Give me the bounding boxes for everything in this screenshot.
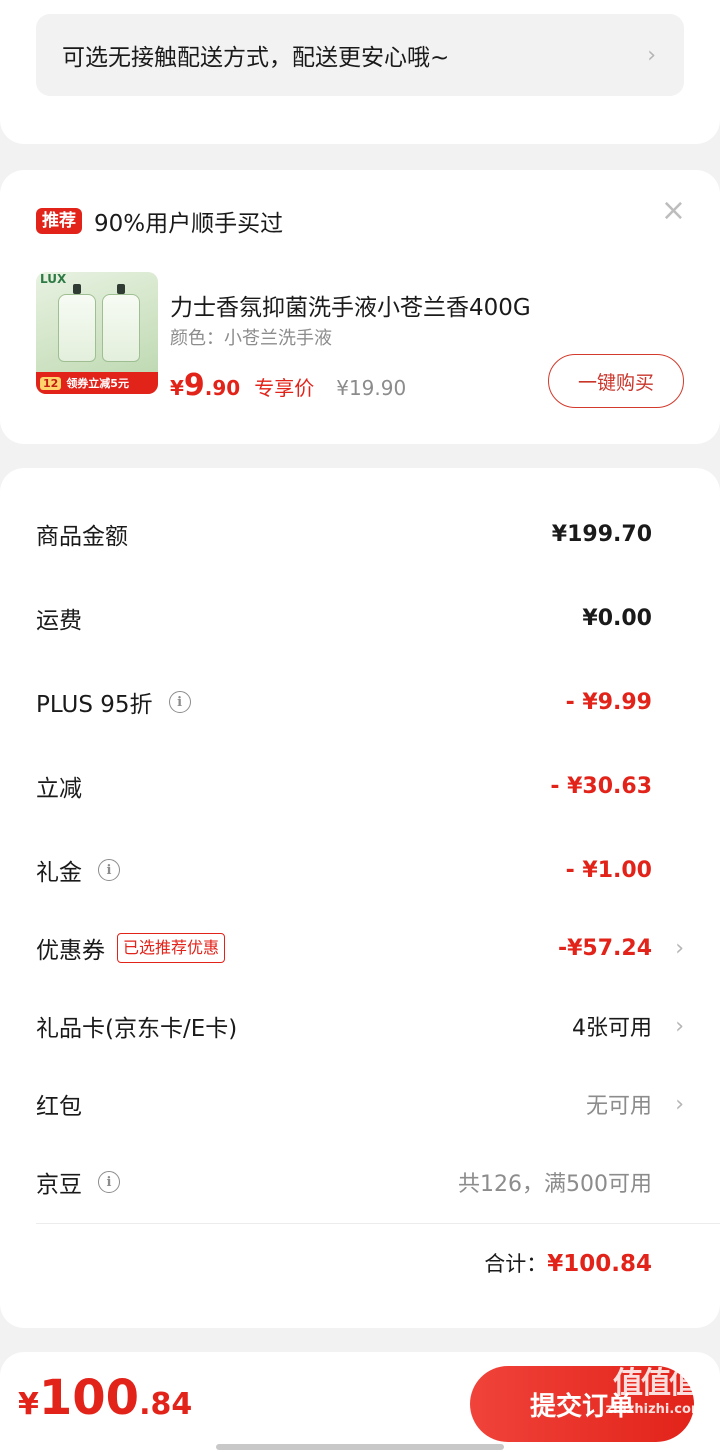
home-indicator[interactable] xyxy=(216,1444,504,1450)
row-label: 运费 xyxy=(36,608,82,634)
pay-integer: 100 xyxy=(38,1370,140,1426)
summary-row-shipping: 运费 ¥0.00 xyxy=(36,588,684,648)
info-icon[interactable]: i xyxy=(168,691,191,713)
price-integer: 9 xyxy=(183,368,205,403)
row-label: 礼金 xyxy=(36,860,82,886)
total-label: 合计： xyxy=(484,1252,548,1276)
summary-row-plus-discount: PLUS 95折 i - ¥9.99 xyxy=(36,672,684,732)
watermark: 值值值 zhizhizhi.com xyxy=(596,1366,714,1446)
row-value: - ¥30.63 xyxy=(550,773,652,799)
thumbnail-promo-strip: 12 领券立减5元 xyxy=(36,372,158,394)
contactless-delivery-row[interactable]: 可选无接触配送方式，配送更安心哦~ › xyxy=(36,14,684,96)
pump-shape xyxy=(73,284,81,294)
summary-row-red-packet[interactable]: 红包 无可用 › xyxy=(36,1074,684,1134)
coupon-selected-tag: 已选推荐优惠 xyxy=(117,933,226,963)
info-icon[interactable]: i xyxy=(98,859,120,881)
pump-shape xyxy=(117,284,125,294)
delivery-text: 可选无接触配送方式，配送更安心哦~ xyxy=(62,45,450,71)
watermark-domain: zhizhizhi.com xyxy=(605,1402,705,1417)
row-label: 立减 xyxy=(36,776,82,802)
summary-row-jd-beans: 京豆 i 共126，满500可用 xyxy=(36,1152,684,1212)
row-value: - ¥9.99 xyxy=(565,689,652,715)
chevron-right-icon: › xyxy=(675,935,684,961)
row-value: ¥0.00 xyxy=(582,605,652,631)
product-name[interactable]: 力士香氛抑菌洗手液小苍兰香400G xyxy=(170,288,531,322)
summary-row-goods-amount: 商品金额 ¥199.70 xyxy=(36,504,684,564)
row-value: ¥199.70 xyxy=(551,521,652,547)
row-label: PLUS 95折 xyxy=(36,692,153,718)
product-thumbnail[interactable]: LUX 12 领券立减5元 xyxy=(36,272,158,394)
chevron-right-icon: › xyxy=(675,1013,684,1039)
one-click-buy-button[interactable]: 一键购买 xyxy=(548,354,684,408)
promo-text: 领券立减5元 xyxy=(66,377,129,390)
summary-row-gift-card[interactable]: 礼品卡(京东卡/E卡) 4张可用 › xyxy=(36,996,684,1056)
product-price-row: ¥ 9 .90 专享价 ¥19.90 xyxy=(170,368,406,403)
close-icon[interactable]: × xyxy=(661,196,686,226)
watermark-logo: 值值值 xyxy=(613,1366,699,1401)
pay-symbol: ¥ xyxy=(18,1387,39,1422)
chevron-right-icon: › xyxy=(647,42,656,68)
row-label: 红包 xyxy=(36,1094,82,1120)
recommend-title: 90%用户顺手买过 xyxy=(94,211,284,237)
summary-divider xyxy=(36,1223,720,1224)
pay-decimal: .84 xyxy=(139,1387,193,1422)
promo-number: 12 xyxy=(40,376,62,390)
summary-row-coupon[interactable]: 优惠券 已选推荐优惠 -¥57.24 › xyxy=(36,918,684,978)
row-label: 礼品卡(京东卡/E卡) xyxy=(36,1016,238,1042)
row-label: 优惠券 xyxy=(36,938,105,964)
row-value: - ¥1.00 xyxy=(565,857,652,883)
row-label: 京豆 xyxy=(36,1172,82,1198)
row-value: 共126，满500可用 xyxy=(458,1172,652,1197)
row-value: 4张可用 xyxy=(572,1016,652,1041)
brand-logo: LUX xyxy=(40,272,67,286)
price-symbol: ¥ xyxy=(170,376,184,400)
recommend-tag: 推荐 xyxy=(36,208,82,234)
pay-amount: ¥ 100 .84 xyxy=(18,1370,192,1426)
bottle-shape xyxy=(102,294,140,362)
row-value: 无可用 xyxy=(585,1094,652,1119)
order-confirm-page: 可选无接触配送方式，配送更安心哦~ › 推荐 90%用户顺手买过 × LUX 1… xyxy=(0,0,720,1452)
delivery-card: 可选无接触配送方式，配送更安心哦~ › xyxy=(0,0,720,144)
chevron-right-icon: › xyxy=(675,1091,684,1117)
original-price: ¥19.90 xyxy=(336,376,407,400)
row-label: 商品金额 xyxy=(36,524,128,550)
recommend-header: 推荐 90%用户顺手买过 xyxy=(36,204,283,238)
product-color: 颜色：小苍兰洗手液 xyxy=(170,328,332,349)
total-value: ¥100.84 xyxy=(547,1251,652,1277)
info-icon[interactable]: i xyxy=(98,1171,120,1193)
summary-total: 合计： ¥100.84 xyxy=(484,1248,652,1278)
summary-row-gift-money: 礼金 i - ¥1.00 xyxy=(36,840,684,900)
exclusive-price-label: 专享价 xyxy=(254,376,315,400)
summary-row-instant-discount: 立减 - ¥30.63 xyxy=(36,756,684,816)
bottle-shape xyxy=(58,294,96,362)
row-value: -¥57.24 xyxy=(557,935,652,961)
price-decimal: .90 xyxy=(204,376,241,400)
